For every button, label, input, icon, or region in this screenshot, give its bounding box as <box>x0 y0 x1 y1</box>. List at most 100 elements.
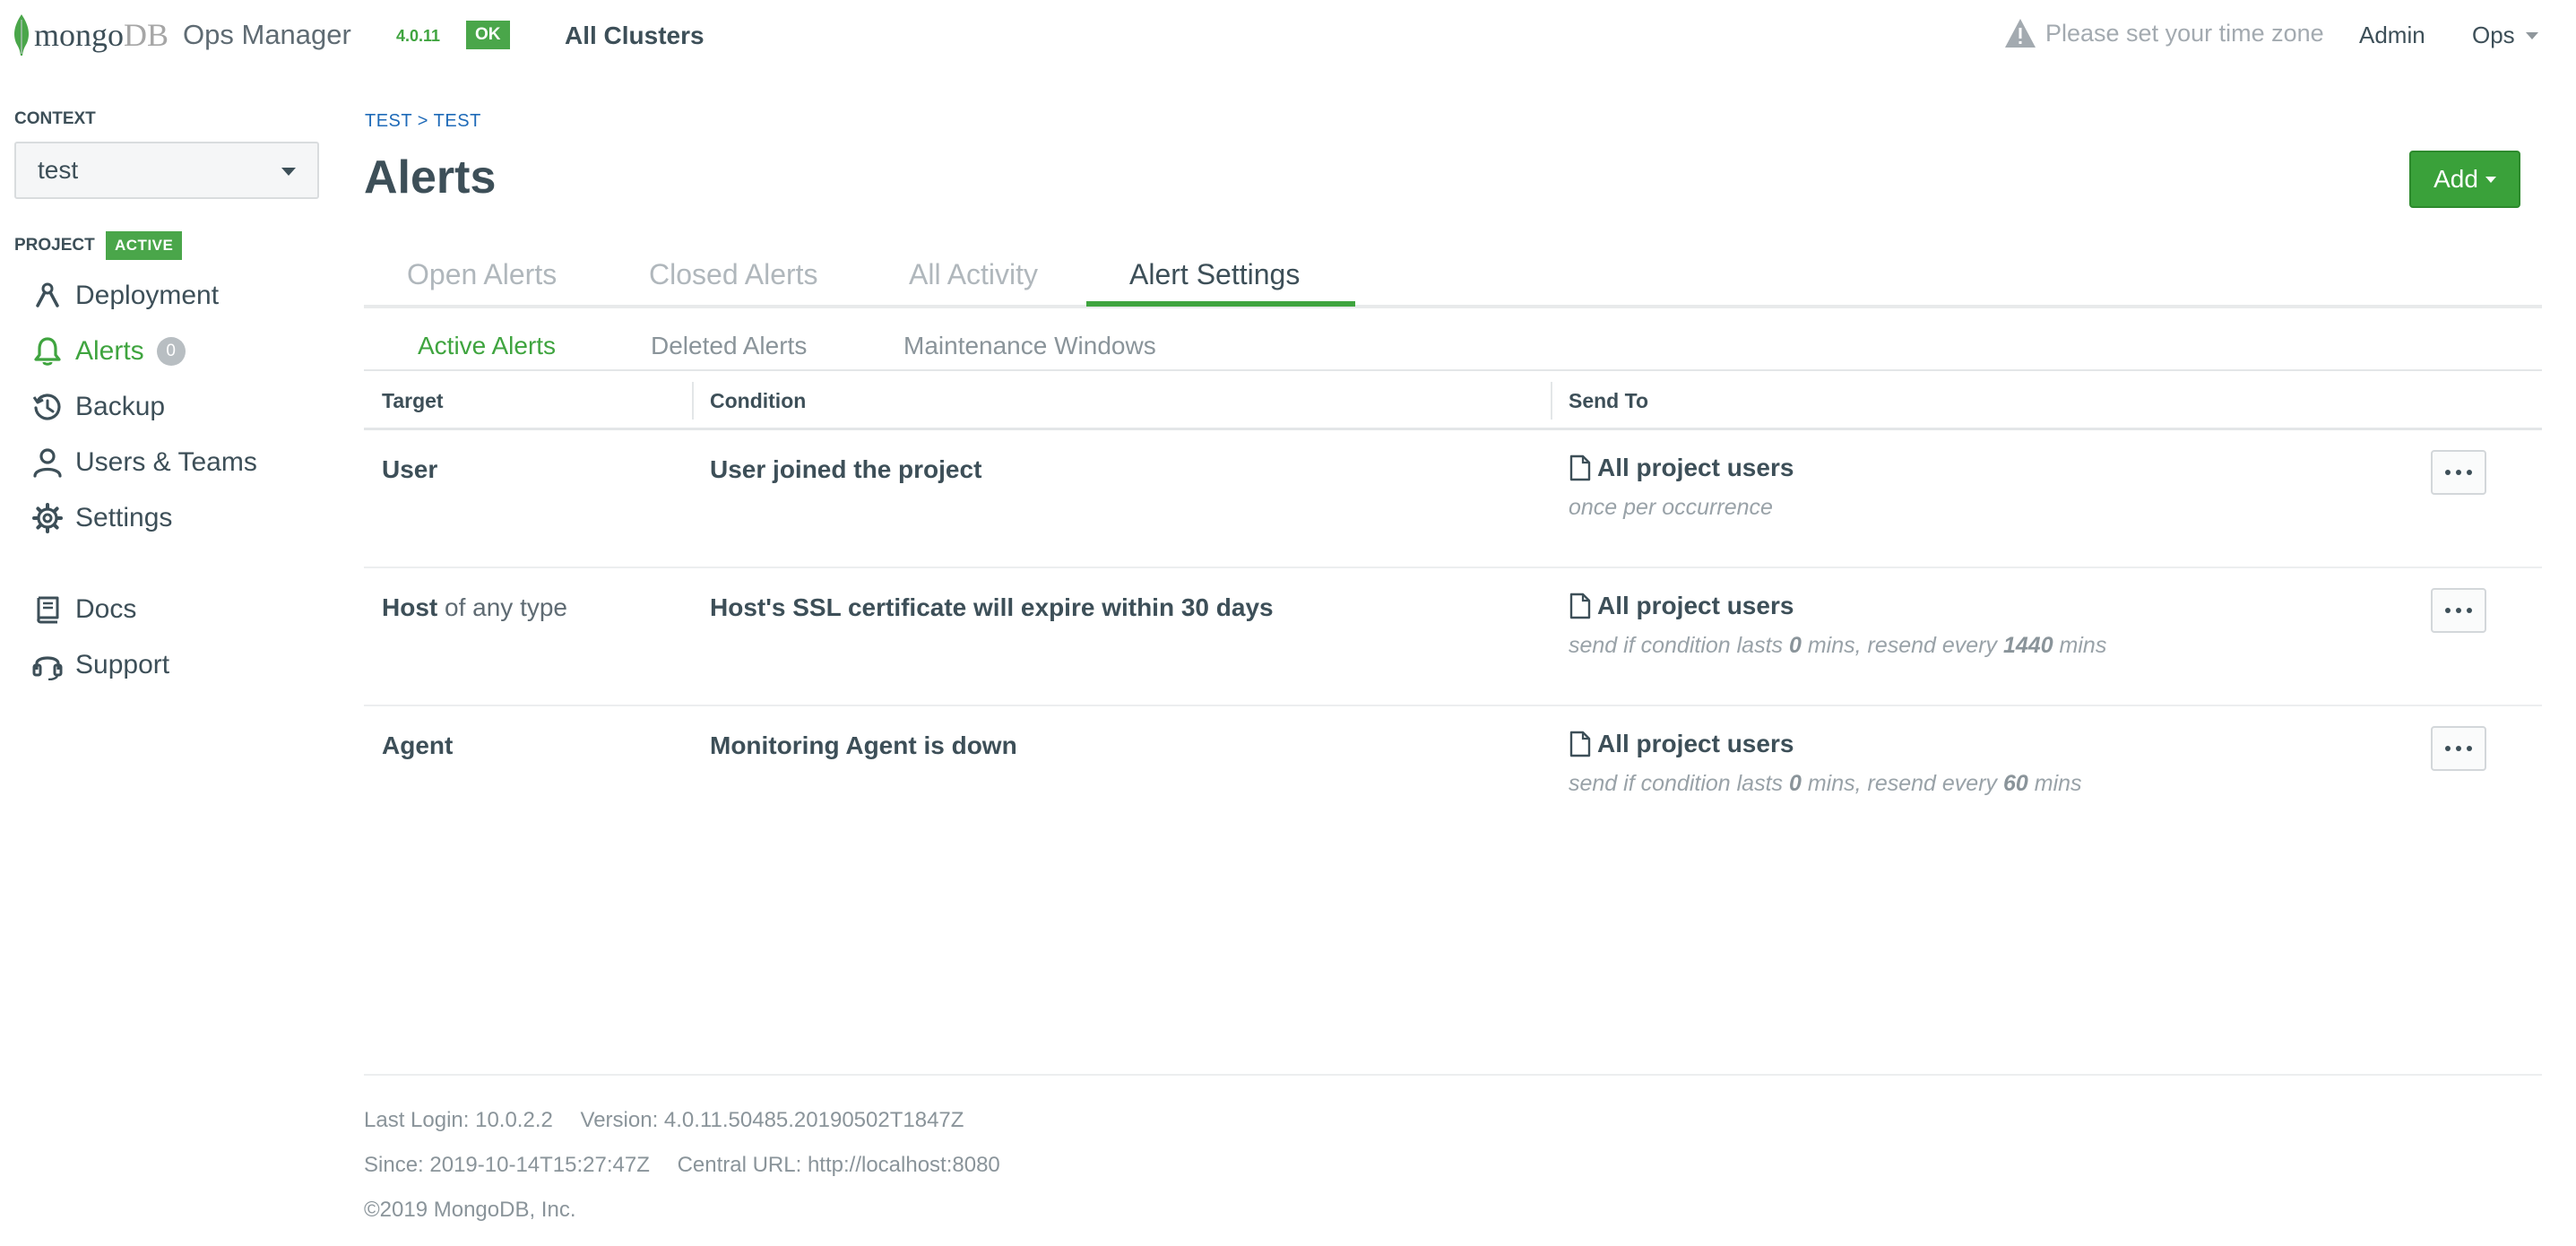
sidebar-item-support[interactable]: Support <box>32 645 169 685</box>
subtab-active-alerts[interactable]: Active Alerts <box>418 332 556 360</box>
caret-down-icon <box>2485 176 2496 183</box>
more-actions-button[interactable] <box>2431 450 2486 495</box>
more-actions-button[interactable] <box>2431 726 2486 771</box>
frequency-text: mins <box>2027 771 2082 796</box>
send-to-cell: All project users once per occurrence <box>1569 454 1794 521</box>
sidebar-item-label: Docs <box>75 594 137 624</box>
sidebar-item-settings[interactable]: Settings <box>32 498 172 538</box>
since-value: 2019-10-14T15:27:47Z <box>429 1153 650 1177</box>
column-divider <box>692 382 694 420</box>
project-status-badge: ACTIVE <box>106 231 183 260</box>
target-type: User <box>382 455 438 483</box>
target-qualifier: of any type <box>445 593 567 621</box>
recipient-label: All project users <box>1597 592 1794 619</box>
notification-frequency: send if condition lasts 0 mins, resend e… <box>1569 771 2082 797</box>
condition-cell: Host's SSL certificate will expire withi… <box>710 593 1274 621</box>
headset-icon <box>32 656 63 680</box>
tab-all-activity[interactable]: All Activity <box>909 258 1038 291</box>
footer: Last Login: 10.0.2.2 Version: 4.0.11.504… <box>364 1074 2542 1222</box>
sidebar-item-backup[interactable]: Backup <box>32 387 165 427</box>
org-menu[interactable]: Ops <box>2472 22 2538 49</box>
tab-alert-settings[interactable]: Alert Settings <box>1129 258 1300 291</box>
target-cell: Host of any type <box>382 593 567 622</box>
subtab-maintenance-windows[interactable]: Maintenance Windows <box>903 332 1156 360</box>
sidebar-item-docs[interactable]: Docs <box>32 590 136 629</box>
tab-open-alerts[interactable]: Open Alerts <box>407 258 557 291</box>
recipient-label: All project users <box>1597 454 1794 481</box>
leaf-icon <box>14 14 29 56</box>
sidebar-item-label: Deployment <box>75 281 220 310</box>
sidebar: CONTEXT test PROJECT ACTIVE Deployment A… <box>0 72 341 789</box>
bell-icon <box>34 337 61 366</box>
recipient: All project users <box>1569 454 1794 482</box>
context-value: test <box>38 156 79 184</box>
timezone-warning[interactable]: Please set your time zone <box>2004 18 2324 48</box>
frequency-text: send if condition lasts <box>1569 633 1789 658</box>
all-clusters-link[interactable]: All Clusters <box>565 22 705 50</box>
column-header-condition: Condition <box>710 389 807 412</box>
ellipsis-icon <box>2445 470 2451 475</box>
footer-since-line: Since: 2019-10-14T15:27:47Z Central URL:… <box>364 1153 1000 1178</box>
since-label: Since: <box>364 1153 424 1177</box>
column-header-target: Target <box>382 389 444 412</box>
status-badge[interactable]: OK <box>466 21 510 49</box>
alert-tabs: Open Alerts Closed Alerts All Activity A… <box>364 242 2542 308</box>
footer-login-line: Last Login: 10.0.2.2 Version: 4.0.11.504… <box>364 1108 964 1133</box>
frequency-lasts: 0 <box>1788 633 1802 658</box>
frequency-every: 1440 <box>2002 633 2053 658</box>
document-icon <box>1569 593 1591 619</box>
target-type: Agent <box>382 731 454 759</box>
sidebar-item-label: Alerts <box>75 336 144 366</box>
table-row: Host of any type Host's SSL certificate … <box>364 568 2542 706</box>
deployment-icon <box>36 282 59 307</box>
central-url-label: Central URL: <box>677 1153 802 1177</box>
table-row: User User joined the project All project… <box>364 430 2542 568</box>
page-title: Alerts <box>364 151 497 203</box>
central-url-link[interactable]: http://localhost:8080 <box>808 1153 1000 1177</box>
version-label: Version: <box>580 1108 659 1132</box>
last-login-label: Last Login: <box>364 1108 470 1132</box>
column-divider <box>1551 382 1552 420</box>
context-select[interactable]: test <box>14 142 319 199</box>
timezone-warning-text: Please set your time zone <box>2045 19 2324 47</box>
book-icon <box>37 596 59 624</box>
ellipsis-icon <box>2467 608 2472 613</box>
ellipsis-icon <box>2467 470 2472 475</box>
ellipsis-icon <box>2456 470 2461 475</box>
mongodb-logo[interactable]: mongo DB Ops Manager <box>13 13 351 57</box>
warning-icon <box>2005 19 2036 48</box>
sidebar-item-label: Backup <box>75 392 166 421</box>
frequency-text: mins, resend every <box>1801 771 2003 796</box>
org-menu-label: Ops <box>2472 22 2515 48</box>
target-cell: User <box>382 455 437 484</box>
frequency-text: mins, resend every <box>1801 633 2003 658</box>
notification-frequency: once per occurrence <box>1569 495 1794 521</box>
recipient: All project users <box>1569 730 2082 758</box>
ellipsis-icon <box>2467 746 2472 751</box>
product-name: Ops Manager <box>183 19 351 50</box>
breadcrumb[interactable]: TEST > TEST <box>365 111 481 132</box>
version-value: 4.0.11.50485.20190502T1847Z <box>663 1108 964 1132</box>
sidebar-item-label: Settings <box>75 503 173 532</box>
target-type: Host <box>382 593 438 621</box>
sidebar-item-alerts[interactable]: Alerts 0 <box>32 332 186 371</box>
notification-frequency: send if condition lasts 0 mins, resend e… <box>1569 633 2106 659</box>
version-tag[interactable]: 4.0.11 <box>396 27 440 46</box>
sidebar-item-users-teams[interactable]: Users & Teams <box>32 443 257 482</box>
sidebar-item-deployment[interactable]: Deployment <box>32 276 219 316</box>
frequency-every: 60 <box>2002 771 2028 796</box>
add-button[interactable]: Add <box>2409 151 2520 208</box>
tab-closed-alerts[interactable]: Closed Alerts <box>649 258 818 291</box>
table-row: Agent Monitoring Agent is down All proje… <box>364 706 2542 844</box>
more-actions-button[interactable] <box>2431 588 2486 633</box>
document-icon <box>1569 731 1591 757</box>
target-cell: Agent <box>382 731 453 760</box>
frequency-text: mins <box>2053 633 2107 658</box>
recipient-label: All project users <box>1597 730 1794 757</box>
frequency-lasts: 0 <box>1788 771 1802 796</box>
admin-link[interactable]: Admin <box>2359 22 2425 49</box>
add-button-label: Add <box>2433 165 2478 193</box>
send-to-cell: All project users send if condition last… <box>1569 730 2082 797</box>
subtab-deleted-alerts[interactable]: Deleted Alerts <box>651 332 807 360</box>
condition-cell: Monitoring Agent is down <box>710 731 1017 759</box>
